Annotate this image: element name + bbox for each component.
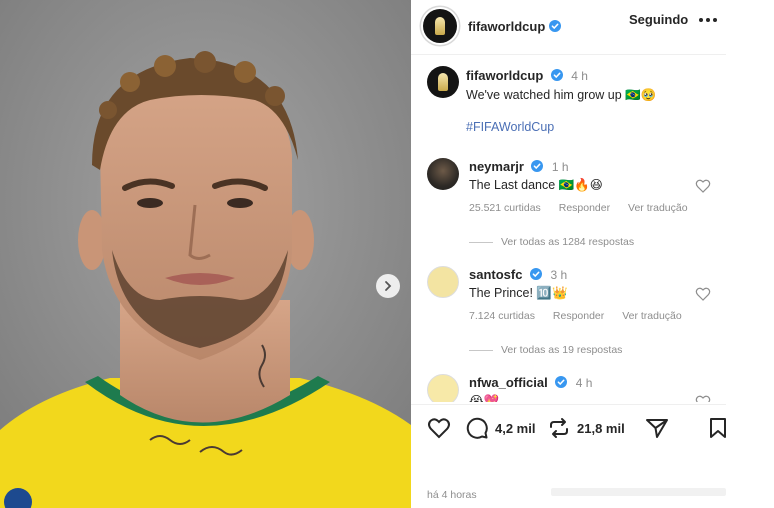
comments-count: 4,2 mil — [495, 420, 536, 436]
comment-avatar[interactable] — [427, 374, 459, 402]
following-button[interactable]: Seguindo — [629, 12, 688, 27]
save-button[interactable] — [707, 414, 729, 442]
caption-text: We've watched him grow up 🇧🇷🥹 — [466, 88, 657, 102]
more-options-icon[interactable] — [699, 18, 717, 22]
verified-badge-icon — [531, 160, 544, 172]
blurred-bar — [551, 488, 726, 496]
reposts-count: 21,8 mil — [577, 420, 625, 436]
header-username[interactable]: fifaworldcup — [468, 19, 545, 34]
verified-badge-icon — [555, 376, 568, 388]
comment-username[interactable]: nfwa_official — [469, 375, 548, 390]
avatar[interactable] — [423, 9, 457, 43]
post-timestamp: há 4 horas — [427, 489, 477, 501]
translate-link[interactable]: Ver tradução — [628, 202, 688, 214]
caption-hashtag[interactable]: #FIFAWorldCup — [466, 118, 726, 137]
caption-username[interactable]: fifaworldcup — [466, 68, 543, 83]
comment-text: The Last dance 🇧🇷🔥😆 — [469, 178, 603, 192]
verified-badge-icon — [550, 69, 563, 81]
divider — [411, 404, 726, 405]
bookmark-icon — [710, 418, 726, 438]
like-button[interactable] — [427, 414, 451, 442]
send-icon — [646, 419, 668, 438]
comment-time: 4 h — [575, 376, 593, 390]
comment-text: 😭💖 — [469, 394, 500, 402]
verified-badge-icon — [529, 268, 542, 280]
caption-time: 4 h — [571, 69, 588, 83]
repost-icon — [550, 418, 568, 438]
comment-time: 3 h — [550, 268, 568, 282]
view-replies-link[interactable]: Ver todas as 1284 respostas — [469, 236, 634, 248]
heart-icon[interactable] — [695, 178, 711, 194]
comment-likes[interactable]: 7.124 curtidas — [469, 310, 535, 322]
view-replies-label: Ver todas as 19 respostas — [501, 344, 623, 356]
heart-icon[interactable] — [695, 394, 711, 402]
caption-avatar[interactable] — [427, 66, 459, 98]
translate-link[interactable]: Ver tradução — [622, 310, 682, 322]
post-photo — [0, 0, 411, 508]
carousel-next-button[interactable] — [376, 274, 400, 298]
comment-avatar[interactable] — [427, 266, 459, 298]
share-button[interactable] — [645, 414, 669, 442]
comment-icon — [466, 417, 488, 439]
comment-avatar[interactable] — [427, 158, 459, 190]
view-replies-label: Ver todas as 1284 respostas — [501, 236, 635, 248]
comment-item: nfwa_official 4 h 😭💖 — [427, 374, 727, 402]
comment-username[interactable]: neymarjr — [469, 159, 524, 174]
divider — [411, 54, 726, 55]
reply-link[interactable]: Responder — [553, 310, 604, 322]
comment-text: The Prince! 🔟👑 — [469, 286, 568, 300]
heart-icon[interactable] — [695, 286, 711, 302]
action-bar: 4,2 mil 21,8 mil — [423, 414, 726, 442]
comment-username[interactable]: santosfc — [469, 267, 522, 282]
trophy-icon — [435, 17, 445, 35]
trophy-icon — [438, 73, 448, 91]
repost-button[interactable]: 21,8 mil — [547, 414, 625, 442]
comment-time: 1 h — [551, 160, 569, 174]
chevron-right-icon — [385, 281, 392, 291]
heart-icon — [428, 418, 450, 439]
player-portrait-image — [0, 0, 411, 508]
view-replies-link[interactable]: Ver todas as 19 respostas — [469, 344, 622, 356]
comment-button[interactable]: 4,2 mil — [465, 414, 535, 442]
reply-link[interactable]: Responder — [559, 202, 610, 214]
post-panel: fifaworldcup Seguindo fifaworldcup 4 h W… — [411, 0, 774, 508]
verified-badge-icon — [549, 20, 562, 32]
comment-likes[interactable]: 25.521 curtidas — [469, 202, 541, 214]
